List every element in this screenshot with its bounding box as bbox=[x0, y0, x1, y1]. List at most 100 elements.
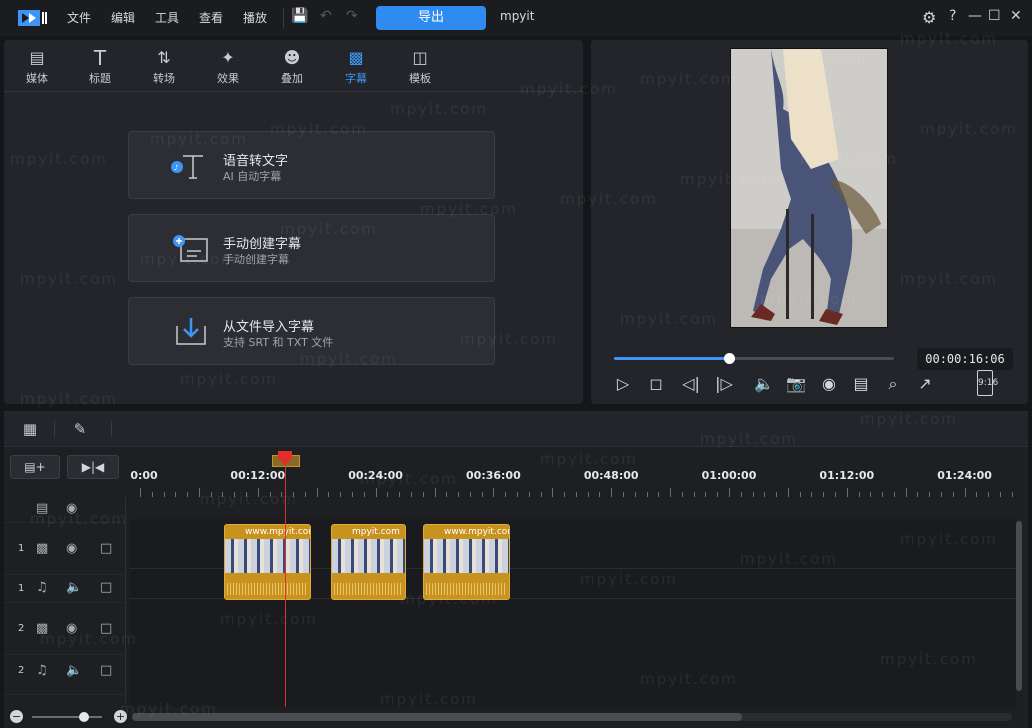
visibility-eye-icon[interactable]: ◉ bbox=[66, 541, 77, 556]
ruler-tick bbox=[670, 488, 672, 497]
volume-icon[interactable]: 🔈 bbox=[66, 663, 82, 678]
save-icon[interactable]: 💾 bbox=[291, 8, 308, 24]
tab-media[interactable]: ▤ 媒体 bbox=[15, 46, 59, 90]
vertical-scrollbar[interactable] bbox=[1016, 521, 1022, 691]
video-clip[interactable]: mpyit.com bbox=[331, 524, 406, 600]
zoom-out-icon[interactable]: − bbox=[10, 710, 23, 723]
zoom-preview-icon[interactable]: ⌕ bbox=[881, 372, 905, 396]
menu-view[interactable]: 查看 bbox=[199, 9, 223, 26]
playback-speed-icon[interactable]: ◉ bbox=[817, 372, 841, 396]
ruler-tick bbox=[964, 488, 966, 497]
subtitle-list-icon[interactable]: ▤ bbox=[849, 372, 873, 396]
ruler-tick bbox=[622, 492, 624, 497]
timeline-ruler[interactable]: 0:00 00:12:00 00:24:00 00:36:00 00:48:00 01:0… bbox=[130, 451, 1028, 497]
ruler-tick bbox=[469, 492, 471, 497]
export-button[interactable]: 导出 bbox=[376, 6, 486, 30]
lock-icon[interactable]: □ bbox=[100, 663, 112, 678]
tab-label: 媒体 bbox=[26, 72, 48, 85]
horizontal-scrollbar[interactable] bbox=[132, 713, 1012, 721]
ruler-tick bbox=[422, 492, 424, 497]
previous-frame-icon[interactable]: ◁| bbox=[679, 372, 703, 396]
undo-icon[interactable]: ↶ bbox=[320, 8, 332, 24]
scrollbar-thumb[interactable] bbox=[132, 713, 742, 721]
visibility-eye-icon[interactable]: ◉ bbox=[66, 621, 77, 636]
ruler-tick bbox=[752, 492, 754, 497]
track-header-audio-2: 2 ♫ 🔈 □ bbox=[4, 655, 126, 695]
tab-overlay[interactable]: ☻ 叠加 bbox=[270, 46, 314, 90]
tab-template[interactable]: ◫ 模板 bbox=[398, 46, 442, 90]
menu-tools[interactable]: 工具 bbox=[155, 9, 179, 26]
manual-subtitle-card[interactable]: 手动创建字幕 手动创建字幕 bbox=[128, 214, 495, 282]
volume-icon[interactable]: 🔈 bbox=[66, 580, 82, 595]
option-subtitle: 手动创建字幕 bbox=[223, 253, 289, 266]
ruler-tick bbox=[870, 492, 872, 497]
ruler-tick bbox=[634, 492, 636, 497]
video-clip[interactable]: www.mpyit.com bbox=[224, 524, 311, 600]
help-icon[interactable]: ? bbox=[949, 8, 956, 24]
speech-to-text-card[interactable]: ♪ 语音转文字 AI 自动字幕 bbox=[128, 131, 495, 199]
clip-thumbnail bbox=[332, 539, 405, 573]
ruler-tick bbox=[446, 492, 448, 497]
volume-icon[interactable]: 🔈 bbox=[752, 372, 776, 396]
menu-edit[interactable]: 编辑 bbox=[111, 9, 135, 26]
minimize-icon[interactable]: — bbox=[968, 8, 982, 24]
menu-play[interactable]: 播放 bbox=[243, 9, 267, 26]
lock-icon[interactable]: □ bbox=[100, 621, 112, 636]
video-clip[interactable]: www.mpyit.com bbox=[423, 524, 510, 600]
lock-icon[interactable]: □ bbox=[100, 580, 112, 595]
close-icon[interactable]: ✕ bbox=[1010, 8, 1022, 24]
ruler-tick bbox=[363, 492, 365, 497]
settings-gear-icon[interactable]: ⚙ bbox=[922, 8, 936, 27]
crop-icon[interactable]: ▦ bbox=[18, 418, 42, 440]
lock-icon[interactable]: □ bbox=[100, 541, 112, 556]
ruler-tick bbox=[293, 492, 295, 497]
ruler-tick bbox=[481, 492, 483, 497]
fullscreen-icon[interactable]: ↗ bbox=[913, 372, 937, 396]
toolbar-divider bbox=[111, 421, 112, 437]
speech-to-text-icon: ♪ bbox=[169, 150, 209, 182]
tab-subtitle[interactable]: ▩ 字幕 bbox=[334, 46, 378, 90]
eraser-icon[interactable]: ✎ bbox=[68, 418, 92, 440]
ruler-tick bbox=[352, 492, 354, 497]
ruler-tick bbox=[999, 492, 1001, 497]
tab-effect[interactable]: ✦ 效果 bbox=[206, 46, 250, 90]
ruler-tick bbox=[187, 492, 189, 497]
snapshot-camera-icon[interactable]: 📷 bbox=[784, 372, 808, 396]
ruler-tick bbox=[540, 492, 542, 497]
tab-transition[interactable]: ⇅ 转场 bbox=[142, 46, 186, 90]
ruler-tick bbox=[740, 492, 742, 497]
tab-title[interactable]: T 标题 bbox=[78, 46, 122, 90]
ruler-tick bbox=[764, 492, 766, 497]
split-button[interactable]: ▶|◀ bbox=[67, 455, 119, 479]
audio-waveform bbox=[426, 583, 507, 595]
play-icon[interactable]: ▷ bbox=[611, 372, 635, 396]
ruler-tick bbox=[210, 492, 212, 497]
visibility-eye-icon[interactable]: ◉ bbox=[66, 501, 77, 516]
ruler-tick bbox=[552, 488, 554, 497]
ruler-tick bbox=[375, 488, 377, 497]
aspect-ratio-button[interactable]: 9:16 bbox=[977, 370, 998, 396]
ruler-tick bbox=[646, 492, 648, 497]
zoom-in-icon[interactable]: + bbox=[114, 710, 127, 723]
ruler-tick bbox=[693, 492, 695, 497]
import-subtitle-card[interactable]: 从文件导入字幕 支持 SRT 和 TXT 文件 bbox=[128, 297, 495, 365]
stop-icon[interactable]: ◻ bbox=[644, 372, 668, 396]
ruler-tick bbox=[988, 492, 990, 497]
maximize-icon[interactable]: ☐ bbox=[988, 8, 1001, 24]
video-preview[interactable] bbox=[730, 48, 888, 328]
menu-file[interactable]: 文件 bbox=[67, 9, 91, 26]
ruler-tick bbox=[799, 492, 801, 497]
track-header-video-1: 1 ▩ ◉ □ bbox=[4, 523, 126, 575]
redo-icon[interactable]: ↷ bbox=[346, 8, 358, 24]
ruler-tick bbox=[458, 492, 460, 497]
option-subtitle: AI 自动字幕 bbox=[223, 170, 282, 183]
progress-handle[interactable] bbox=[723, 353, 735, 364]
toolbar-divider bbox=[283, 8, 284, 28]
zoom-slider-handle[interactable] bbox=[79, 712, 89, 722]
ruler-tick bbox=[823, 492, 825, 497]
playback-progress-bar[interactable] bbox=[614, 353, 894, 364]
add-track-button[interactable]: ▤+ bbox=[10, 455, 60, 479]
ruler-tick bbox=[976, 492, 978, 497]
zoom-slider[interactable] bbox=[32, 716, 102, 718]
next-frame-icon[interactable]: |▷ bbox=[712, 372, 736, 396]
